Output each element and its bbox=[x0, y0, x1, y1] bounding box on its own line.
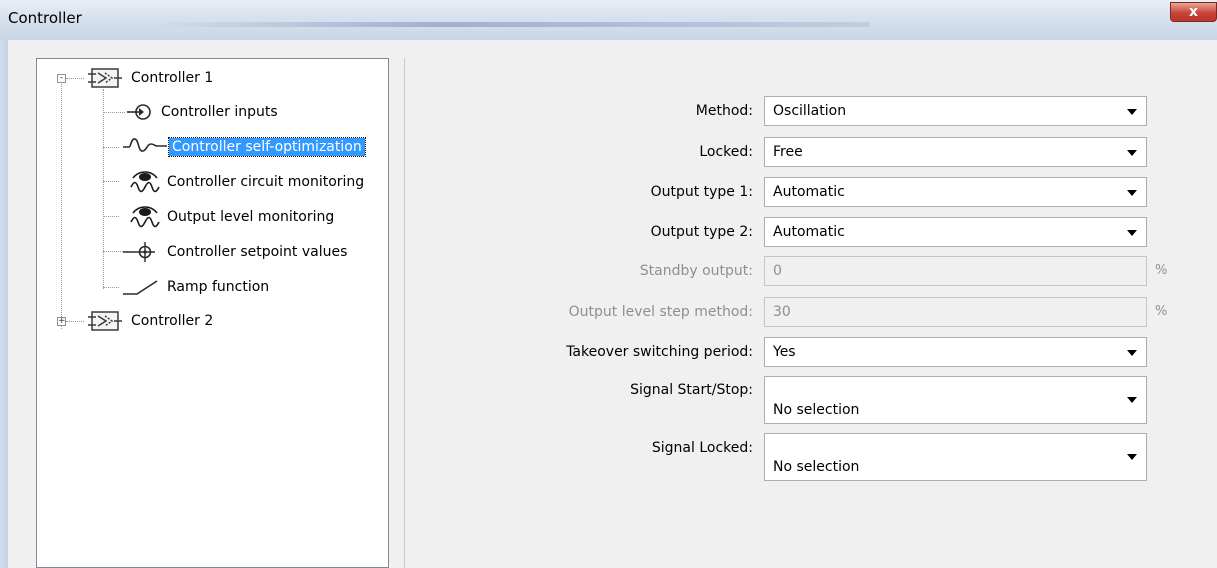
output-level-step-label: Output level step method: bbox=[568, 304, 753, 320]
tree-item-controller-self-optimization[interactable]: Controller self-optimization bbox=[123, 135, 366, 159]
tree-item-label: Controller setpoint values bbox=[167, 244, 348, 260]
eye-wave-icon bbox=[123, 205, 163, 229]
output-type-2-value: Automatic bbox=[773, 224, 845, 240]
setpoint-crosshair-icon bbox=[123, 240, 163, 264]
takeover-switching-period-label: Takeover switching period: bbox=[566, 344, 753, 360]
controller-block-icon bbox=[86, 66, 124, 90]
tree-item-label-selected: Controller self-optimization bbox=[168, 137, 366, 157]
signal-locked-value: No selection bbox=[773, 459, 860, 475]
method-dropdown[interactable]: Oscillation bbox=[764, 96, 1147, 126]
chevron-down-icon bbox=[1127, 230, 1137, 236]
title-bar: Controller x bbox=[0, 0, 1217, 41]
locked-value: Free bbox=[773, 144, 803, 160]
locked-label: Locked: bbox=[699, 144, 753, 160]
chevron-down-icon bbox=[1127, 150, 1137, 156]
signal-start-stop-value: No selection bbox=[773, 402, 860, 418]
ramp-icon bbox=[123, 275, 163, 299]
chevron-down-icon bbox=[1127, 190, 1137, 196]
controller-tree[interactable]: - Controller 1 Controller inputs Control… bbox=[36, 58, 389, 568]
tree-line bbox=[66, 78, 84, 79]
standby-output-label: Standby output: bbox=[639, 263, 753, 279]
tree-item-output-level-monitoring[interactable]: Output level monitoring bbox=[123, 205, 337, 229]
output-type-2-label: Output type 2: bbox=[650, 224, 753, 240]
expand-toggle-controller-2[interactable]: + bbox=[57, 317, 66, 326]
tree-line bbox=[103, 89, 104, 289]
tree-item-controller-circuit-monitoring[interactable]: Controller circuit monitoring bbox=[123, 170, 367, 194]
output-type-2-dropdown[interactable]: Automatic bbox=[764, 217, 1147, 247]
signal-start-stop-dropdown[interactable]: No selection bbox=[764, 376, 1147, 424]
tree-line bbox=[103, 287, 119, 288]
tree-item-controller-inputs[interactable]: Controller inputs bbox=[123, 100, 281, 124]
controller-inputs-icon bbox=[123, 100, 157, 124]
takeover-switching-period-dropdown[interactable]: Yes bbox=[764, 337, 1147, 367]
window-frame-left bbox=[0, 40, 8, 568]
tree-item-label: Output level monitoring bbox=[167, 209, 335, 225]
output-level-step-unit: % bbox=[1155, 304, 1168, 319]
standby-output-unit: % bbox=[1155, 263, 1168, 278]
self-optimization-wave-icon bbox=[123, 135, 169, 159]
takeover-switching-period-value: Yes bbox=[773, 344, 796, 360]
chevron-down-icon bbox=[1127, 454, 1137, 460]
method-label: Method: bbox=[695, 103, 753, 119]
close-button[interactable]: x bbox=[1170, 2, 1217, 22]
signal-locked-dropdown[interactable]: No selection bbox=[764, 433, 1147, 481]
tree-line bbox=[66, 321, 84, 322]
tree-item-controller-1[interactable]: Controller 1 bbox=[86, 66, 216, 90]
tree-item-label: Controller 2 bbox=[131, 313, 214, 329]
method-value: Oscillation bbox=[773, 103, 847, 119]
title-bar-glass-decoration bbox=[150, 22, 870, 27]
tree-line bbox=[103, 216, 119, 217]
tree-item-controller-2[interactable]: Controller 2 bbox=[86, 309, 216, 333]
output-type-1-value: Automatic bbox=[773, 184, 845, 200]
controller-block-icon bbox=[86, 309, 124, 333]
tree-item-label: Controller inputs bbox=[161, 104, 278, 120]
output-level-step-field: 30 bbox=[764, 297, 1147, 327]
eye-wave-icon bbox=[123, 170, 163, 194]
window-title: Controller bbox=[8, 9, 82, 27]
standby-output-value: 0 bbox=[773, 263, 782, 279]
signal-locked-label: Signal Locked: bbox=[651, 440, 753, 456]
chevron-down-icon bbox=[1127, 397, 1137, 403]
standby-output-field: 0 bbox=[764, 256, 1147, 286]
tree-item-label: Ramp function bbox=[167, 279, 270, 295]
output-type-1-label: Output type 1: bbox=[650, 184, 753, 200]
tree-item-controller-setpoint-values[interactable]: Controller setpoint values bbox=[123, 240, 350, 264]
tree-item-label: Controller circuit monitoring bbox=[167, 174, 365, 190]
tree-line bbox=[103, 251, 123, 252]
collapse-toggle-controller-1[interactable]: - bbox=[57, 74, 66, 83]
tree-line bbox=[103, 147, 119, 148]
output-type-1-dropdown[interactable]: Automatic bbox=[764, 177, 1147, 207]
tree-item-label: Controller 1 bbox=[131, 70, 214, 86]
chevron-down-icon bbox=[1127, 350, 1137, 356]
tree-item-ramp-function[interactable]: Ramp function bbox=[123, 275, 272, 299]
tree-line bbox=[103, 181, 119, 182]
output-level-step-value: 30 bbox=[773, 304, 791, 320]
locked-dropdown[interactable]: Free bbox=[764, 137, 1147, 167]
tree-line bbox=[61, 79, 62, 329]
chevron-down-icon bbox=[1127, 109, 1137, 115]
tree-line bbox=[103, 112, 125, 113]
signal-start-stop-label: Signal Start/Stop: bbox=[630, 382, 753, 398]
